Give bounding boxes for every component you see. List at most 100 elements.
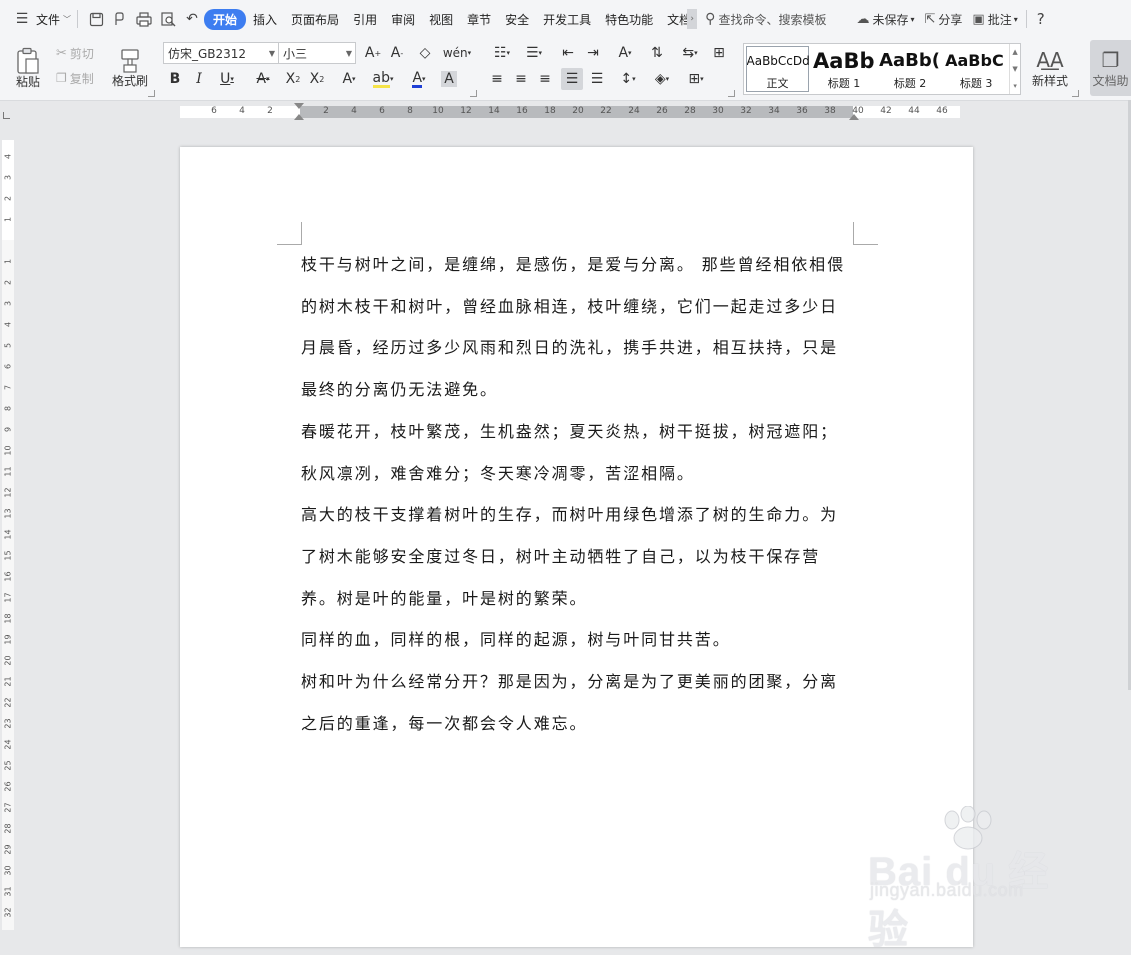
paragraph[interactable]: 同样的血，同样的根，同样的起源，树与叶同甘共苦。 xyxy=(301,619,854,661)
align-center-icon[interactable]: ≡ xyxy=(510,68,532,90)
increase-font-size-icon[interactable]: A + xyxy=(362,42,384,64)
character-shading-icon[interactable]: A xyxy=(438,68,460,90)
font-color-icon[interactable]: A ▾ xyxy=(404,68,434,90)
highlight-icon[interactable]: ab ▾ xyxy=(368,68,398,90)
tab-view[interactable]: 视图 xyxy=(422,11,460,28)
borders-icon[interactable]: ⊞ ▾ xyxy=(682,68,710,90)
cut-button[interactable]: ✂ 剪切 xyxy=(56,44,94,62)
font-name-select[interactable]: 仿宋_GB2312 ▼ xyxy=(163,42,279,64)
tab-insert[interactable]: 插入 xyxy=(246,11,284,28)
change-case-icon[interactable]: A ▾ xyxy=(610,42,640,64)
document-page[interactable]: 枝干与树叶之间，是缠绵，是感伤，是爱与分离。 那些曾经相依相偎的树木枝干和树叶，… xyxy=(180,147,973,947)
bullet-list-icon[interactable]: ☷ ▾ xyxy=(488,42,516,64)
tab-stop-selector[interactable] xyxy=(3,112,10,119)
paragraph-group-expander[interactable] xyxy=(728,90,735,97)
chevron-down-icon[interactable]: ▼ xyxy=(1012,65,1017,73)
tab-document[interactable]: 文档 xyxy=(660,11,687,28)
align-left-icon[interactable]: ≡ xyxy=(486,68,508,90)
unsaved-button[interactable]: ☁ 未保存 ▾ xyxy=(856,11,914,28)
table-border-icon[interactable]: ⊞ xyxy=(708,42,730,64)
phonetic-guide-icon[interactable]: wén ▾ xyxy=(442,42,472,64)
tabs-scroll-right-icon[interactable]: › xyxy=(687,9,698,29)
tab-section[interactable]: 章节 xyxy=(460,11,498,28)
paragraph[interactable]: 枝干与树叶之间，是缠绵，是感伤，是爱与分离。 那些曾经相依相偎的树木枝干和树叶，… xyxy=(301,244,854,411)
font-size-select[interactable]: 小三 ▼ xyxy=(278,42,356,64)
search-input[interactable]: ⚲ 查找命令、搜索模板 xyxy=(705,11,826,28)
ruler-tick-label: 36 xyxy=(796,106,808,116)
style-heading-1[interactable]: AaBb 标题 1 xyxy=(811,44,877,94)
ruler-tick-label: 23 xyxy=(3,718,13,729)
chevron-up-icon[interactable]: ▲ xyxy=(1012,48,1017,56)
ruler-tick-label: 3 xyxy=(3,300,13,307)
tab-page-layout[interactable]: 页面布局 xyxy=(284,11,346,28)
print-preview-icon[interactable] xyxy=(158,9,178,29)
tab-references[interactable]: 引用 xyxy=(346,11,384,28)
bold-icon[interactable]: B xyxy=(164,68,186,90)
undo-icon[interactable]: ↶ xyxy=(182,9,202,29)
style-heading-3[interactable]: AaBbC 标题 3 xyxy=(943,44,1009,94)
ruler-tick-label: 2 xyxy=(3,279,13,286)
doc-assistant-button[interactable]: ❐ 文档助 xyxy=(1090,40,1131,96)
superscript-icon[interactable]: X2 xyxy=(282,68,304,90)
paragraph[interactable]: 高大的枝干支撑着树叶的生存，而树叶用绿色增添了树的生命力。为了树木能够安全度过冬… xyxy=(301,494,854,619)
tab-security[interactable]: 安全 xyxy=(498,11,536,28)
numbered-list-icon[interactable]: ☰ ▾ xyxy=(520,42,548,64)
help-button[interactable]: ? xyxy=(1037,10,1045,28)
copy-button[interactable]: ❐ 复制 xyxy=(56,69,94,87)
first-line-indent-marker[interactable] xyxy=(294,103,304,109)
tab-developer[interactable]: 开发工具 xyxy=(536,11,598,28)
shading-icon[interactable]: ◈ ▾ xyxy=(648,68,676,90)
comment-icon: ▣ xyxy=(972,11,985,27)
document-icon: ❐ xyxy=(1101,47,1120,72)
italic-icon[interactable]: I xyxy=(188,68,210,90)
clipboard-group-expander[interactable] xyxy=(148,90,155,97)
format-painter-button[interactable]: 格式刷 xyxy=(108,42,152,94)
tab-special-features[interactable]: 特色功能 xyxy=(598,11,660,28)
subscript-icon[interactable]: X2 xyxy=(306,68,328,90)
ruler-tick-label: 4 xyxy=(239,106,245,116)
style-heading-2[interactable]: AaBb( 标题 2 xyxy=(877,44,943,94)
comment-button[interactable]: ▣ 批注 ▾ xyxy=(972,11,1017,28)
chevron-down-icon[interactable]: ﹀ xyxy=(63,14,71,25)
font-group-expander[interactable] xyxy=(470,90,477,97)
gallery-scrollbar[interactable]: ▲ ▼ ▾ xyxy=(1009,44,1020,94)
print-icon[interactable] xyxy=(134,9,154,29)
baidu-jingyan-watermark: Bai du 经验 jingyan.baidu.com xyxy=(868,806,1078,952)
line-spacing-icon[interactable]: ↕ ▾ xyxy=(614,68,642,90)
ruler-tick-label: 26 xyxy=(656,106,668,116)
vertical-ruler[interactable]: 4 3 2 1 1 2 3 4 5 6 7 8 9 10 11 12 13 14 15 16 17 18 19 20 21 22 2… xyxy=(0,140,14,930)
right-indent-marker[interactable] xyxy=(849,114,859,120)
clear-formatting-icon[interactable]: ◇ xyxy=(414,42,436,64)
hanging-indent-marker[interactable] xyxy=(294,114,304,120)
justify-icon[interactable]: ☰ xyxy=(561,68,583,90)
styles-group-expander[interactable] xyxy=(1072,90,1079,97)
decrease-indent-icon[interactable]: ⇤ xyxy=(557,42,579,64)
style-heading-1-name: 标题 1 xyxy=(827,76,861,90)
paragraph[interactable]: 春暖花开，枝叶繁茂，生机盎然；夏天炎热，树干挺拔，树冠遮阳；秋风凛冽，难舍难分；… xyxy=(301,411,854,494)
paragraph[interactable]: 树和叶为什么经常分开？那是因为，分离是为了更美丽的团聚，分离之后的重逢，每一次都… xyxy=(301,661,854,744)
decrease-font-size-icon[interactable]: A- xyxy=(386,42,408,64)
save-icon[interactable] xyxy=(86,9,106,29)
horizontal-ruler[interactable]: 6 4 2 2 4 6 8 10 12 14 16 18 20 22 24 26 28 30 32 34 36 38 40 4… xyxy=(180,103,960,120)
underline-icon[interactable]: U ▾ xyxy=(212,68,242,90)
ruler-tick-label: 4 xyxy=(351,106,357,116)
text-effect-icon[interactable]: A ▾ xyxy=(334,68,364,90)
show-marks-icon[interactable]: ⇆ ▾ xyxy=(676,42,704,64)
new-style-button[interactable]: A͟A 新样式 xyxy=(1024,42,1076,94)
strikethrough-icon[interactable]: A ▾ xyxy=(248,68,278,90)
sort-icon[interactable]: ⇅ xyxy=(646,42,668,64)
document-body[interactable]: 枝干与树叶之间，是缠绵，是感伤，是爱与分离。 那些曾经相依相偎的树木枝干和树叶，… xyxy=(301,244,854,744)
align-right-icon[interactable]: ≡ xyxy=(534,68,556,90)
hamburger-icon[interactable]: ☰ xyxy=(12,9,32,29)
tab-home[interactable]: 开始 xyxy=(204,8,247,30)
style-normal[interactable]: AaBbCcDd 正文 xyxy=(746,46,809,92)
paste-button[interactable]: 粘贴 xyxy=(8,42,48,94)
increase-indent-icon[interactable]: ⇥ xyxy=(582,42,604,64)
more-icon[interactable]: ▾ xyxy=(1013,82,1017,90)
crop-mark xyxy=(853,222,878,245)
tab-review[interactable]: 审阅 xyxy=(384,11,422,28)
distributed-icon[interactable]: ☰ xyxy=(586,68,608,90)
share-button[interactable]: ⇱ 分享 xyxy=(924,11,962,28)
ruler-tick-label: 32 xyxy=(740,106,752,116)
export-pdf-icon[interactable] xyxy=(110,9,130,29)
